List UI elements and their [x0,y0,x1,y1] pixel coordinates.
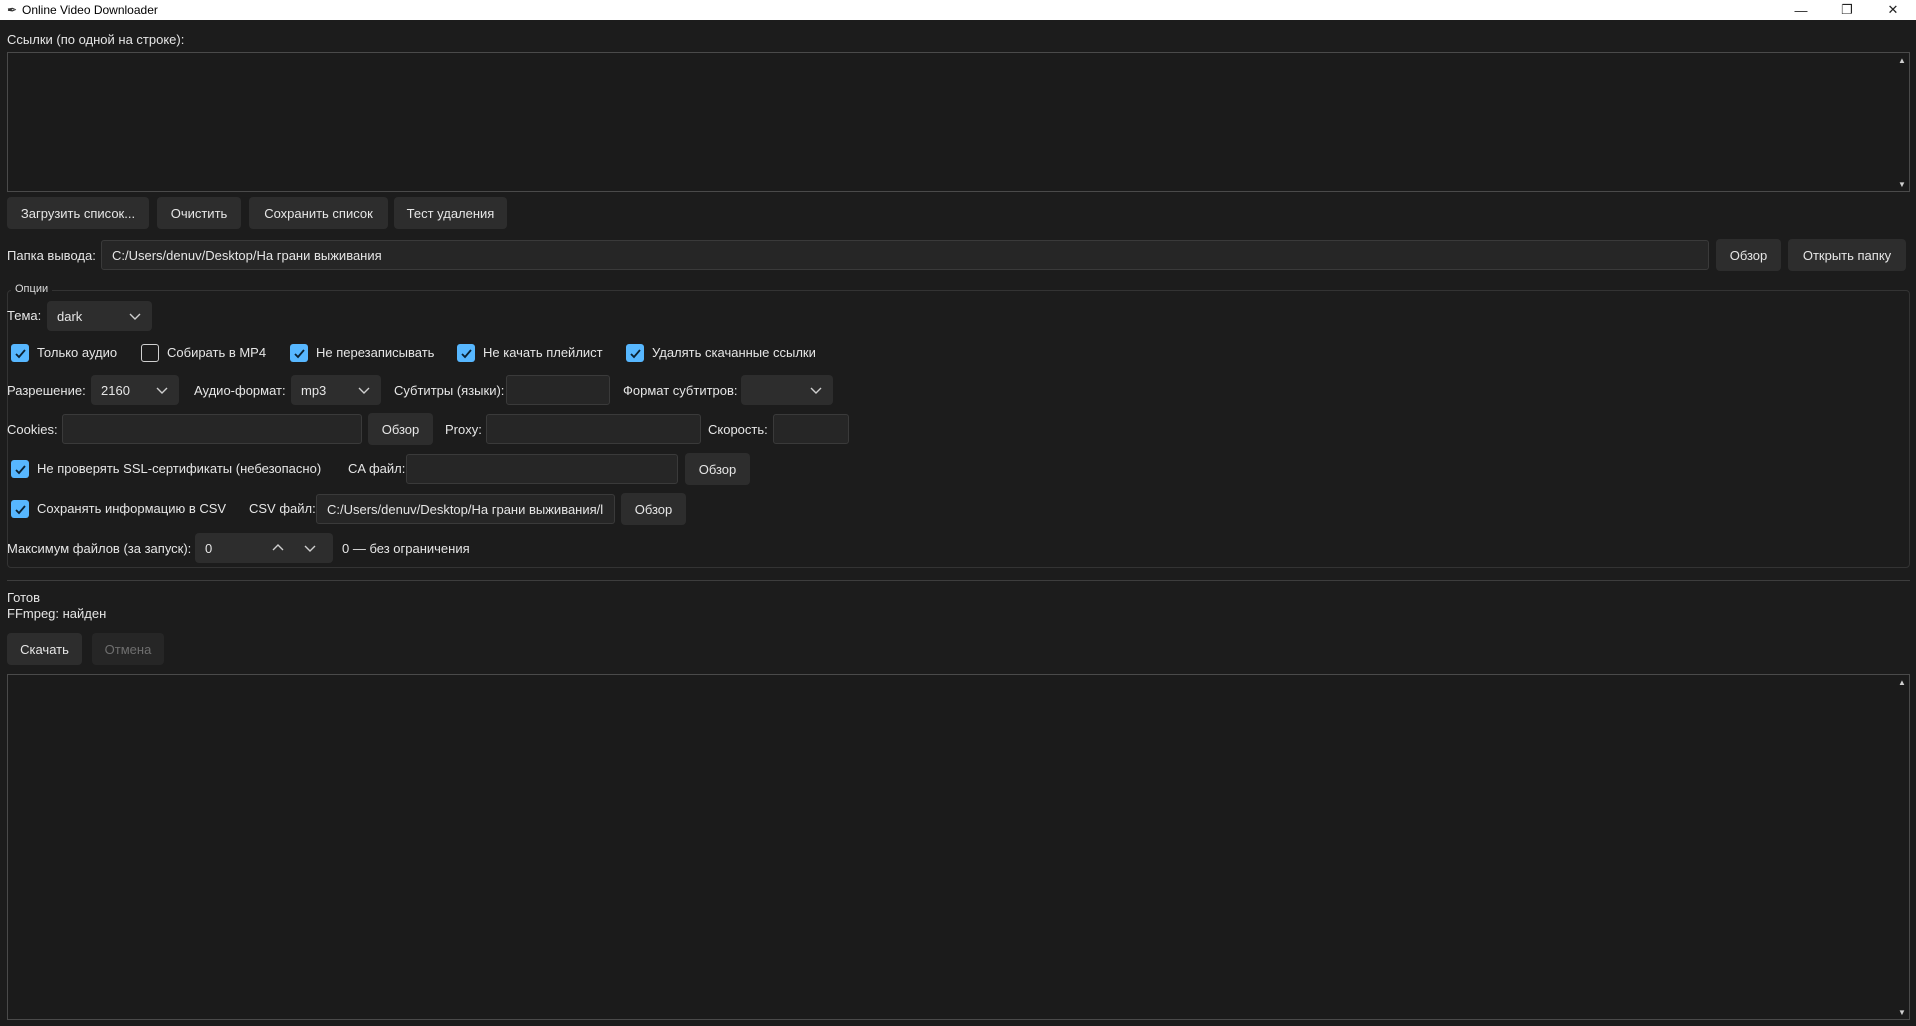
audio-only-label: Только аудио [37,345,118,360]
chevron-down-icon[interactable] [303,541,317,555]
cookies-label: Cookies: [7,422,58,437]
delete-downloaded-label: Удалять скачанные ссылки [652,345,816,360]
audio-format-select[interactable]: mp3 [291,375,381,405]
subtitle-format-label: Формат субтитров: [623,383,738,398]
load-list-button[interactable]: Загрузить список... [7,197,149,229]
proxy-input[interactable] [486,414,701,444]
csv-file-input[interactable]: C:/Users/denuv/Desktop/На грани выживани… [316,494,615,524]
max-files-spinbox[interactable]: 0 [195,533,333,563]
ca-file-label: CA файл: [348,461,406,476]
test-delete-button[interactable]: Тест удаления [394,197,507,229]
save-list-button[interactable]: Сохранить список [249,197,388,229]
ffmpeg-status: FFmpeg: найден [7,606,107,621]
chevron-down-icon [810,387,822,394]
log-textarea[interactable]: ▲ ▼ [7,674,1910,1020]
no-playlist-label: Не качать плейлист [483,345,603,360]
resolution-select[interactable]: 2160 [91,375,179,405]
cancel-button[interactable]: Отмена [92,633,164,665]
no-overwrite-checkbox[interactable] [290,344,308,362]
scroll-down-arrow-icon[interactable]: ▼ [1897,179,1907,189]
audio-only-checkbox[interactable] [11,344,29,362]
options-title: Опции [11,283,53,295]
title-bar: ✒ Online Video Downloader — ❐ ✕ [0,0,1916,20]
close-button[interactable]: ✕ [1870,0,1916,20]
status-text: Готов [7,590,41,605]
speed-input[interactable] [773,414,849,444]
audio-format-label: Аудио-формат: [194,383,286,398]
proxy-label: Proxy: [445,422,482,437]
delete-downloaded-checkbox[interactable] [626,344,644,362]
save-csv-checkbox[interactable] [11,500,29,518]
subtitles-input[interactable] [506,375,610,405]
save-csv-label: Сохранять информацию в CSV [37,501,227,516]
subtitle-format-select[interactable] [741,375,833,405]
scroll-down-arrow-icon[interactable]: ▼ [1897,1007,1907,1017]
max-files-label: Максимум файлов (за запуск): [7,541,192,556]
max-files-value: 0 [205,540,213,556]
subtitles-label: Субтитры (языки): [394,383,505,398]
resolution-value: 2160 [101,382,130,398]
cookies-input[interactable] [62,414,362,444]
max-files-hint: 0 — без ограничения [342,541,470,556]
no-playlist-checkbox[interactable] [457,344,475,362]
theme-select-value: dark [57,308,83,324]
speed-label: Скорость: [708,422,768,437]
merge-mp4-label: Собирать в MP4 [167,345,267,360]
ca-file-input[interactable] [406,454,678,484]
no-ssl-check-label: Не проверять SSL-сертификаты (небезопасн… [37,461,322,476]
links-textarea[interactable]: ▲ ▼ [7,52,1910,192]
open-folder-button[interactable]: Открыть папку [1788,239,1906,271]
output-folder-input[interactable]: C:/Users/denuv/Desktop/На грани выживани… [101,240,1709,270]
scroll-up-arrow-icon[interactable]: ▲ [1897,677,1907,687]
chevron-down-icon [129,313,141,320]
feather-icon: ✒ [6,3,18,17]
merge-mp4-checkbox[interactable] [141,344,159,362]
links-label: Ссылки (по одной на строке): [7,32,185,47]
audio-format-value: mp3 [301,382,327,398]
separator [7,580,1910,581]
theme-label: Тема: [7,308,42,323]
no-ssl-check-checkbox[interactable] [11,460,29,478]
scroll-up-arrow-icon[interactable]: ▲ [1897,55,1907,65]
chevron-down-icon [156,387,168,394]
resolution-label: Разрешение: [7,383,86,398]
maximize-button[interactable]: ❐ [1824,0,1870,20]
chevron-up-icon[interactable] [271,541,285,555]
clear-button[interactable]: Очистить [157,197,241,229]
output-browse-button[interactable]: Обзор [1716,239,1781,271]
chevron-down-icon [358,387,370,394]
minimize-button[interactable]: — [1778,0,1824,20]
theme-select[interactable]: dark [47,301,152,331]
ca-browse-button[interactable]: Обзор [685,453,750,485]
output-folder-label: Папка вывода: [7,248,96,263]
download-button[interactable]: Скачать [7,633,82,665]
csv-browse-button[interactable]: Обзор [621,493,686,525]
csv-file-label: CSV файл: [249,501,316,516]
no-overwrite-label: Не перезаписывать [316,345,435,360]
window-title: Online Video Downloader [22,3,158,17]
cookies-browse-button[interactable]: Обзор [368,413,433,445]
